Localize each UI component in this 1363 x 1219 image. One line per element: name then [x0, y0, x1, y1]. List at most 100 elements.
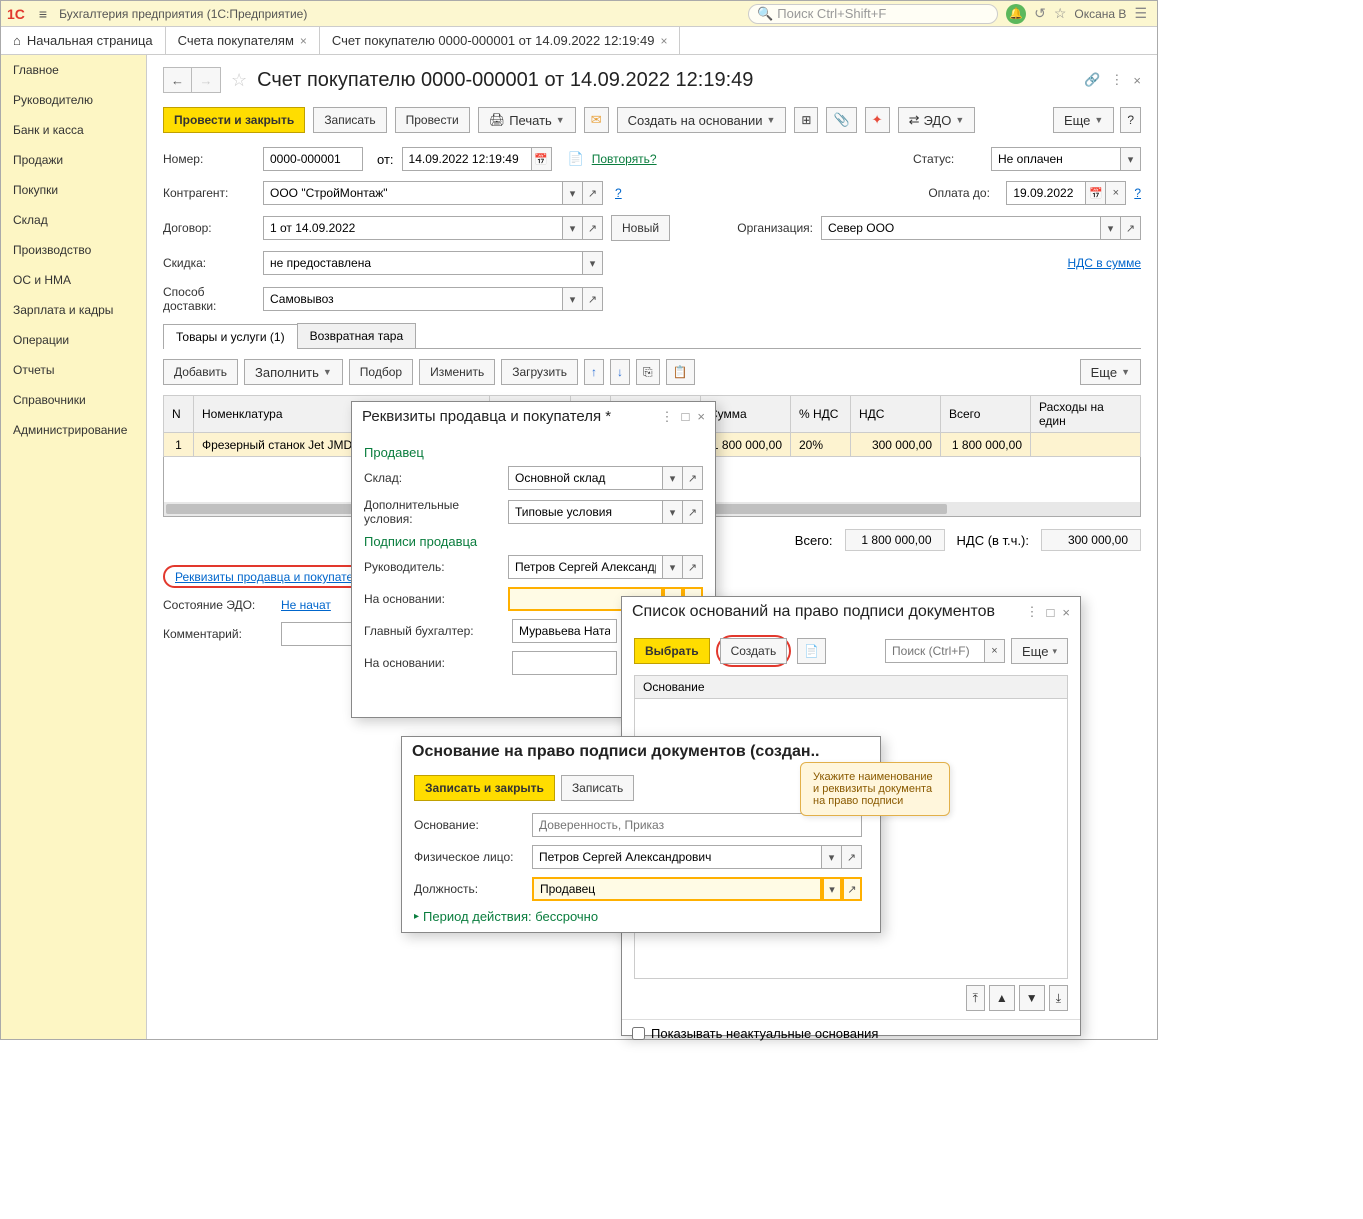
help-button[interactable]: ? — [1120, 107, 1141, 133]
nds-link[interactable]: НДС в сумме — [1067, 256, 1141, 270]
edo-state-link[interactable]: Не начат — [281, 598, 331, 612]
email-button[interactable]: ✉ — [584, 107, 609, 133]
sidebar-item-production[interactable]: Производство — [1, 235, 146, 265]
paste-button[interactable]: 📋 — [666, 359, 695, 385]
load-button[interactable]: Загрузить — [501, 359, 578, 385]
dropdown-icon[interactable]: ▾ — [563, 181, 583, 205]
list-column-header[interactable]: Основание — [634, 675, 1068, 699]
select-button[interactable]: Подбор — [349, 359, 413, 385]
dropdown-icon[interactable]: ▾ — [663, 466, 683, 490]
col-vatp[interactable]: % НДС — [791, 396, 851, 433]
nav-forward-button[interactable]: → — [192, 68, 220, 92]
more-icon[interactable]: ⋮ — [1110, 72, 1123, 88]
maximize-icon[interactable]: □ — [1047, 605, 1055, 620]
table-more-button[interactable]: Еще ▼ — [1080, 359, 1141, 385]
list-search-input[interactable] — [885, 639, 985, 663]
show-inactive-checkbox[interactable] — [632, 1027, 645, 1040]
repeat-icon[interactable]: 📄 — [568, 151, 584, 167]
attach-button[interactable]: 📎 — [826, 107, 856, 133]
col-n[interactable]: N — [164, 396, 194, 433]
user-name[interactable]: Оксана В — [1074, 7, 1126, 21]
maximize-icon[interactable]: □ — [682, 409, 690, 424]
extra-input[interactable] — [508, 500, 663, 524]
edo-button[interactable]: ⇄ ЭДО ▼ — [898, 107, 976, 133]
nav-back-button[interactable]: ← — [164, 68, 192, 92]
list-more-button[interactable]: Еще ▾ — [1011, 638, 1068, 664]
based2-input[interactable] — [512, 651, 617, 675]
col-expenses[interactable]: Расходы на един — [1031, 396, 1141, 433]
goto-start-button[interactable]: ⤒ — [966, 985, 985, 1011]
calendar-icon[interactable]: 📅 — [1086, 181, 1106, 205]
more-icon[interactable]: ⋮ — [1026, 604, 1039, 620]
help-link[interactable]: ? — [1134, 186, 1141, 200]
record-button[interactable]: Записать — [313, 107, 386, 133]
sidebar-item-bank[interactable]: Банк и касса — [1, 115, 146, 145]
close-icon[interactable]: × — [697, 409, 705, 424]
hamburger-icon[interactable]: ≡ — [31, 6, 55, 22]
move-down-button[interactable]: ↓ — [610, 359, 630, 385]
notification-bell-icon[interactable]: 🔔 — [1006, 4, 1026, 24]
col-total[interactable]: Всего — [941, 396, 1031, 433]
sidebar-item-warehouse[interactable]: Склад — [1, 205, 146, 235]
more-button[interactable]: Еще ▼ — [1053, 107, 1114, 133]
create-button[interactable]: Создать — [720, 638, 788, 664]
post-button[interactable]: Провести — [395, 107, 470, 133]
date-input[interactable] — [402, 147, 532, 171]
close-icon[interactable]: × — [300, 34, 307, 48]
dropdown-icon[interactable]: ▾ — [822, 877, 842, 901]
fill-button[interactable]: Заполнить ▼ — [244, 359, 343, 385]
delivery-select[interactable] — [263, 287, 563, 311]
more-icon[interactable]: ⋮ — [661, 409, 674, 425]
dropdown-icon[interactable]: ▾ — [663, 500, 683, 524]
dropdown-icon[interactable]: ▾ — [663, 555, 683, 579]
change-button[interactable]: Изменить — [419, 359, 495, 385]
contract-input[interactable] — [263, 216, 563, 240]
open-icon[interactable]: ↗ — [842, 845, 862, 869]
close-icon[interactable]: × — [1062, 605, 1070, 620]
contragent-input[interactable] — [263, 181, 563, 205]
history-icon[interactable]: ↺ — [1034, 5, 1046, 22]
link-icon[interactable]: 🔗 — [1084, 72, 1100, 88]
new-contract-button[interactable]: Новый — [611, 215, 670, 241]
sidebar-item-reports[interactable]: Отчеты — [1, 355, 146, 385]
repeat-link[interactable]: Повторять? — [592, 152, 657, 166]
sidebar-item-references[interactable]: Справочники — [1, 385, 146, 415]
tab-invoices[interactable]: Счета покупателям × — [166, 27, 320, 54]
favorite-star-icon[interactable]: ☆ — [231, 70, 247, 91]
clear-icon[interactable]: × — [985, 639, 1005, 663]
status-select[interactable] — [991, 147, 1121, 171]
dropdown-icon[interactable]: ▾ — [822, 845, 842, 869]
open-icon[interactable]: ↗ — [583, 287, 603, 311]
clear-icon[interactable]: × — [1106, 181, 1126, 205]
warehouse-input[interactable] — [508, 466, 663, 490]
close-icon[interactable]: × — [1133, 73, 1141, 88]
sidebar-item-operations[interactable]: Операции — [1, 325, 146, 355]
close-icon[interactable]: × — [660, 34, 667, 48]
robot-button[interactable]: ✦ — [865, 107, 890, 133]
print-button[interactable]: 🖨 Печать ▼ — [478, 107, 576, 133]
org-input[interactable] — [821, 216, 1101, 240]
choose-button[interactable]: Выбрать — [634, 638, 710, 664]
dropdown-icon[interactable]: ▾ — [563, 216, 583, 240]
sidebar-item-sales[interactable]: Продажи — [1, 145, 146, 175]
open-icon[interactable]: ↗ — [683, 466, 703, 490]
move-up-button[interactable]: ↑ — [584, 359, 604, 385]
open-icon[interactable]: ↗ — [1121, 216, 1141, 240]
dropdown-icon[interactable]: ▾ — [583, 251, 603, 275]
sidebar-item-admin[interactable]: Администрирование — [1, 415, 146, 445]
acc-input[interactable] — [512, 619, 617, 643]
col-vat[interactable]: НДС — [851, 396, 941, 433]
copy-button[interactable]: ⎘ — [636, 359, 660, 385]
open-icon[interactable]: ↗ — [583, 216, 603, 240]
open-icon[interactable]: ↗ — [683, 500, 703, 524]
subtab-goods[interactable]: Товары и услуги (1) — [163, 324, 298, 349]
dropdown-icon[interactable]: ▾ — [1101, 216, 1121, 240]
sidebar-item-main[interactable]: Главное — [1, 55, 146, 85]
open-icon[interactable]: ↗ — [683, 555, 703, 579]
post-and-close-button[interactable]: Провести и закрыть — [163, 107, 305, 133]
number-input[interactable] — [263, 147, 363, 171]
scroll-down-button[interactable]: ▼ — [1019, 985, 1045, 1011]
menu-bars-icon[interactable]: ☰ — [1134, 5, 1147, 22]
create-based-button[interactable]: Создать на основании ▼ — [617, 107, 787, 133]
dropdown-icon[interactable]: ▾ — [563, 287, 583, 311]
